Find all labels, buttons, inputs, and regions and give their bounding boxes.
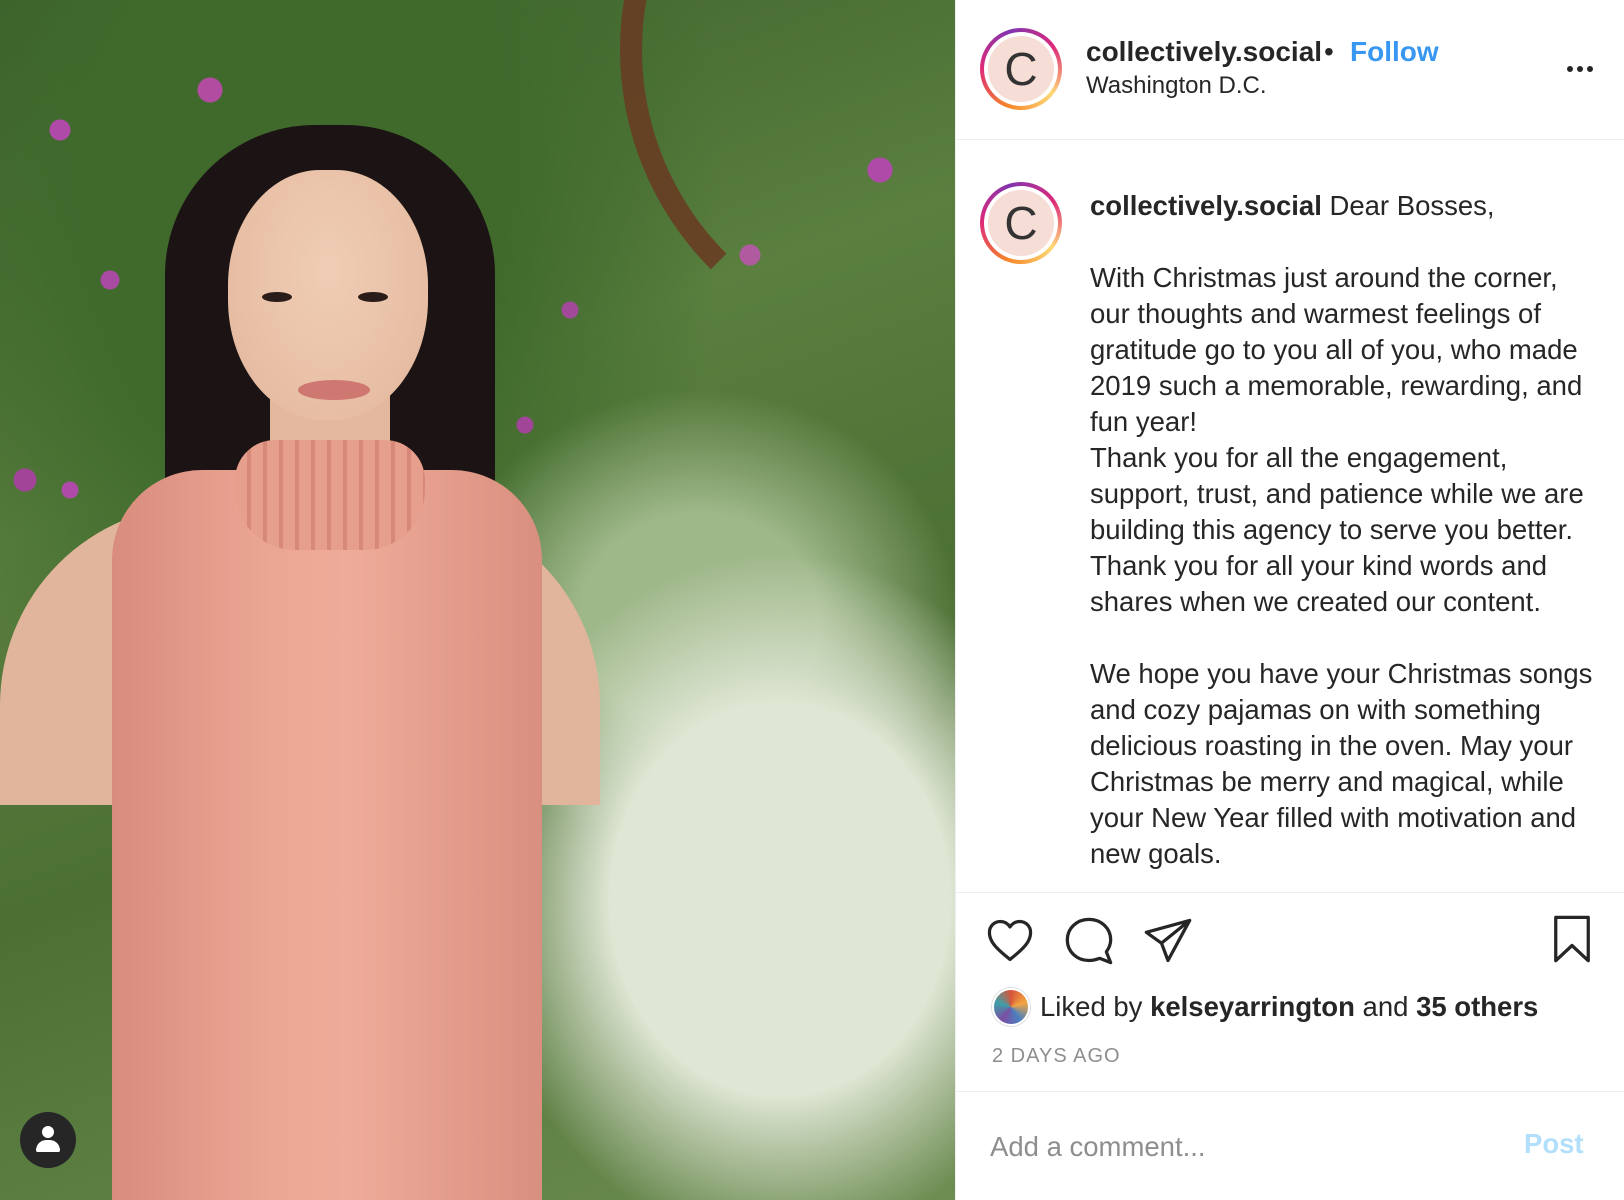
post-actions: Liked by kelseyarrington and 35 others 2… [956, 892, 1624, 1092]
post-timestamp[interactable]: 2 DAYS AGO [992, 1045, 1121, 1068]
post-comment-button[interactable]: Post [1524, 1128, 1584, 1160]
photo-subject-eye [262, 292, 292, 302]
brand-logo: C [1004, 43, 1038, 95]
post-caption: collectively.social Dear Bosses, With Ch… [1090, 188, 1600, 872]
liker-username[interactable]: kelseyarrington [1150, 991, 1355, 1022]
comment-input[interactable] [990, 1122, 1490, 1172]
paper-plane-icon[interactable] [1142, 915, 1194, 967]
likes-summary: Liked by kelseyarrington and 35 others [1040, 991, 1538, 1023]
likes-row: Liked by kelseyarrington and 35 others [992, 987, 1538, 1027]
brand-logo: C [1004, 197, 1038, 249]
tagged-user-icon[interactable] [20, 1112, 76, 1168]
post-header: C collectively.social • Follow Washingto… [956, 0, 1624, 140]
separator-dot: • [1324, 36, 1334, 67]
post-photo[interactable] [0, 0, 955, 1200]
liker-avatar[interactable] [992, 988, 1030, 1026]
caption-text: Dear Bosses, With Christmas just around … [1090, 190, 1593, 869]
bookmark-icon[interactable] [1546, 913, 1598, 965]
caption-scroll-area[interactable]: C collectively.social Dear Bosses, With … [956, 140, 1624, 892]
more-options-icon[interactable] [1560, 54, 1600, 84]
likes-middle: and [1354, 991, 1417, 1022]
likes-others-link[interactable]: 35 others [1416, 991, 1538, 1022]
post-username[interactable]: collectively.social [1086, 36, 1322, 68]
caption-avatar[interactable]: C [980, 182, 1062, 264]
photo-subject-lips [298, 380, 370, 400]
photo-background-arch [620, 0, 955, 360]
profile-avatar[interactable]: C [980, 28, 1062, 110]
post-location[interactable]: Washington D.C. [1086, 72, 1267, 100]
likes-prefix: Liked by [1040, 991, 1151, 1022]
comment-bar: Post [956, 1092, 1624, 1200]
photo-subject-dress [112, 470, 542, 1200]
post-side-panel: C collectively.social • Follow Washingto… [955, 0, 1624, 1200]
photo-subject-eye [358, 292, 388, 302]
comment-icon[interactable] [1063, 915, 1115, 967]
heart-icon[interactable] [984, 915, 1036, 967]
photo-subject-dress-ruffle [235, 440, 425, 550]
caption-username[interactable]: collectively.social [1090, 190, 1322, 221]
follow-button[interactable]: Follow [1350, 36, 1439, 68]
